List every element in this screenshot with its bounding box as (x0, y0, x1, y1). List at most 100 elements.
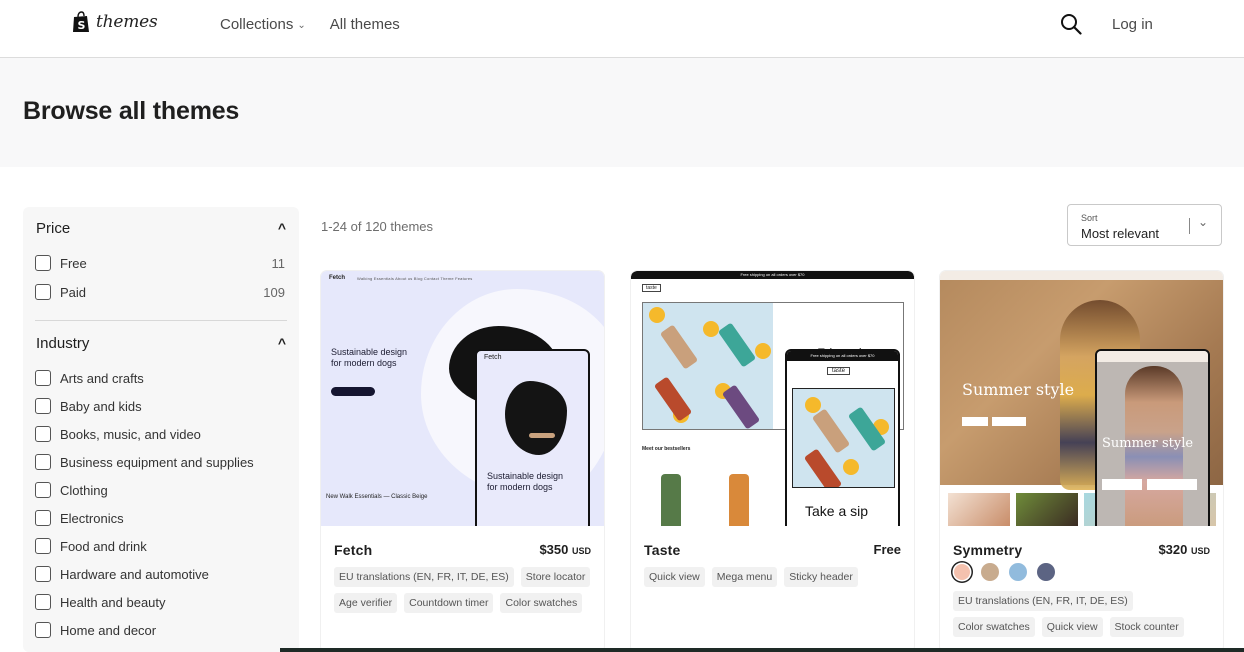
preview-brand: taste (642, 284, 661, 292)
nav-collections-label: Collections (220, 16, 294, 33)
checkbox[interactable] (35, 255, 51, 271)
preview-product-thumb (1016, 493, 1078, 526)
checkbox[interactable] (35, 454, 51, 470)
filter-option-label: Books, music, and video (60, 426, 201, 442)
checkbox[interactable] (35, 426, 51, 442)
checkbox[interactable] (35, 482, 51, 498)
bottle (717, 322, 757, 368)
feature-tag: Quick view (644, 567, 705, 587)
filter-industry-option[interactable]: Books, music, and video (35, 426, 285, 442)
preview-mobile-headline: Take a sip (805, 503, 869, 519)
preview-mobile-announcement (1097, 351, 1208, 362)
top-navigation-bar: S themes Collections ⌄ All themes Log in (0, 0, 1244, 58)
theme-preview-image[interactable]: Fetch Walking Essentials About us Blog C… (321, 271, 604, 526)
price-amount: Free (873, 542, 901, 557)
results-count: 1-24 of 120 themes (321, 219, 434, 234)
theme-card-symmetry[interactable]: Summer style Summer style Symmetry $320 … (940, 271, 1223, 652)
filter-industry-option[interactable]: Clothing (35, 482, 285, 498)
lemon (843, 459, 859, 475)
filter-option-label: Paid (60, 284, 87, 300)
nav-collections[interactable]: Collections ⌄ (220, 16, 306, 33)
theme-card-taste[interactable]: Free shipping on all orders over $70 tas… (631, 271, 914, 652)
filter-option-label: Free (60, 255, 87, 271)
color-swatch[interactable] (1037, 563, 1055, 581)
checkbox[interactable] (35, 566, 51, 582)
filter-option-label: Baby and kids (60, 398, 142, 414)
checkbox[interactable] (35, 538, 51, 554)
checkbox[interactable] (35, 284, 51, 300)
preview-announcement-bar (940, 271, 1223, 280)
feature-tag: Color swatches (953, 617, 1035, 637)
page-title: Browse all themes (23, 97, 240, 125)
preview-mobile-brand: taste (827, 367, 851, 375)
theme-card-fetch[interactable]: Fetch Walking Essentials About us Blog C… (321, 271, 604, 652)
shopify-themes-logo[interactable]: S themes (72, 11, 158, 33)
login-link[interactable]: Log in (1112, 16, 1153, 33)
filter-industry-toggle[interactable]: Industry ^ (36, 335, 286, 352)
feature-tag: EU translations (EN, FR, IT, DE, ES) (953, 591, 1133, 611)
theme-preview-image[interactable]: Free shipping on all orders over $70 tas… (631, 271, 914, 526)
preview-headline: Summer style (962, 380, 1075, 399)
filter-industry-option[interactable]: Health and beauty (35, 594, 285, 610)
feature-tag: Stock counter (1109, 617, 1184, 637)
theme-price: $320 USD (1158, 542, 1210, 557)
sort-separator (1189, 218, 1190, 234)
nav-all-themes[interactable]: All themes (330, 16, 400, 33)
filter-industry-option[interactable]: Electronics (35, 510, 285, 526)
preview-mobile-cta (1102, 479, 1142, 490)
theme-name[interactable]: Taste (644, 542, 681, 558)
filter-industry-option[interactable]: Hardware and automotive (35, 566, 285, 582)
sort-select[interactable]: Sort Most relevant ⌄ (1067, 204, 1222, 246)
preview-headline-line1: Sustainable design (331, 347, 408, 357)
filter-industry-option[interactable]: Business equipment and supplies (35, 454, 285, 470)
feature-tag: Countdown timer (404, 593, 494, 613)
checkbox[interactable] (35, 370, 51, 386)
filter-industry-option[interactable]: Arts and crafts (35, 370, 285, 386)
price-amount: $320 (1158, 542, 1188, 557)
bottle (811, 408, 851, 454)
filter-divider (35, 320, 287, 321)
filter-option-label: Food and drink (60, 538, 147, 554)
feature-tags: EU translations (EN, FR, IT, DE, ES) Sto… (334, 567, 591, 613)
theme-name[interactable]: Fetch (334, 542, 372, 558)
sort-label: Sort (1081, 213, 1098, 223)
color-swatch[interactable] (954, 564, 970, 580)
filter-price-free[interactable]: Free 11 (35, 255, 285, 271)
preview-headline: Sustainable design for modern dogs (331, 347, 407, 369)
preview-caption: New Walk Essentials — Classic Beige (326, 494, 428, 500)
main-nav: Collections ⌄ All themes (220, 16, 400, 33)
checkbox[interactable] (35, 398, 51, 414)
color-swatch[interactable] (981, 563, 999, 581)
theme-preview-image[interactable]: Summer style Summer style (940, 271, 1223, 526)
filter-industry-option[interactable]: Food and drink (35, 538, 285, 554)
feature-tags: EU translations (EN, FR, IT, DE, ES) Col… (953, 591, 1210, 637)
filter-price-paid[interactable]: Paid 109 (35, 284, 285, 300)
filter-industry-option[interactable]: Home and decor (35, 622, 285, 638)
theme-name[interactable]: Symmetry (953, 542, 1022, 558)
preview-cta (992, 417, 1026, 426)
filter-industry-option[interactable]: Baby and kids (35, 398, 285, 414)
checkbox[interactable] (35, 622, 51, 638)
search-button[interactable] (1060, 13, 1082, 35)
checkbox[interactable] (35, 594, 51, 610)
checkbox[interactable] (35, 510, 51, 526)
filter-option-label: Business equipment and supplies (60, 454, 254, 470)
next-row-preview-edge (280, 648, 1244, 652)
filter-option-label: Home and decor (60, 622, 157, 638)
preview-section-title: Meet our bestsellers (642, 446, 691, 452)
filter-price-toggle[interactable]: Price ^ (36, 220, 286, 237)
lemon (649, 307, 665, 323)
filter-option-label: Arts and crafts (60, 370, 144, 386)
filter-option-label: Hardware and automotive (60, 566, 209, 582)
product-bottle (729, 474, 749, 526)
feature-tags: Quick view Mega menu Sticky header (644, 567, 901, 587)
theme-price: Free (874, 542, 901, 557)
bottle (721, 384, 761, 429)
color-swatch[interactable] (1009, 563, 1027, 581)
price-currency: USD (1190, 546, 1210, 556)
nav-all-themes-label: All themes (329, 16, 400, 33)
preview-mobile-image (792, 388, 895, 488)
preview-mobile-dog (505, 381, 567, 455)
feature-tag: Quick view (1041, 617, 1103, 637)
feature-tag: Mega menu (711, 567, 778, 587)
